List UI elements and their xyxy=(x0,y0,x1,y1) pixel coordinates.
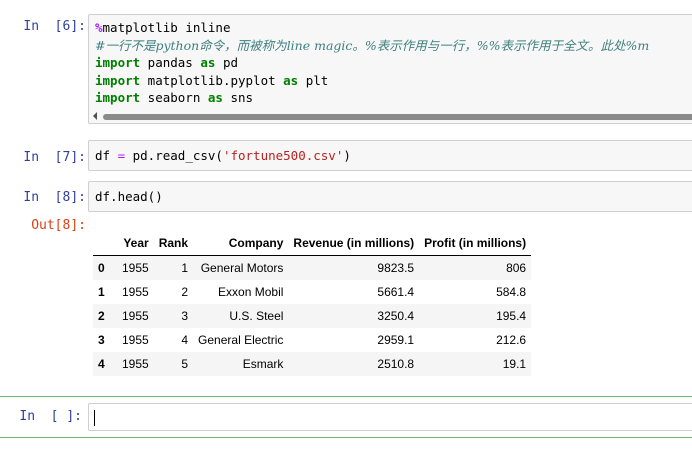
cell-prompt-in-6: In [6]: xyxy=(23,19,86,34)
empty-code-cell[interactable] xyxy=(88,403,692,431)
horizontal-scrollbar[interactable] xyxy=(89,111,692,123)
code-cell-8[interactable]: df.head() xyxy=(88,181,692,212)
code-line: import matplotlib.pyplot as plt xyxy=(95,72,692,90)
row-index: 4 xyxy=(98,357,105,371)
table-row: 3 1955 4 General Electric 2959.1 212.6 xyxy=(93,328,531,352)
code-token: as xyxy=(283,72,299,88)
table-row: 1 1955 2 Exxon Mobil 5661.4 584.8 xyxy=(93,280,531,304)
cell-revenue: 2959.1 xyxy=(377,333,415,347)
code-token: df.head() xyxy=(95,189,163,204)
cell-company: Exxon Mobil xyxy=(218,285,284,299)
code-editor[interactable]: df = pd.read_csv('fortune500.csv') xyxy=(95,147,692,165)
code-token: df xyxy=(95,148,118,163)
cell-rank: 1 xyxy=(181,261,189,275)
code-editor[interactable]: %matplotlib inline #一行不是python命令，而被称为line… xyxy=(95,19,692,107)
cell-rank: 3 xyxy=(181,309,189,323)
code-token: = xyxy=(117,148,126,163)
table-row: 2 1955 3 U.S. Steel 3250.4 195.4 xyxy=(93,304,532,328)
code-token: matplotlib inline xyxy=(102,20,231,35)
cell-prompt-in-7: In [7]: xyxy=(23,150,86,165)
code-line: #一行不是python命令，而被称为line magic。%表示作用与一行，%%… xyxy=(95,37,692,55)
cell-rank: 2 xyxy=(181,285,189,299)
cell-year: 1955 xyxy=(122,309,149,323)
code-line: df.head() xyxy=(95,188,692,206)
code-token: pandas xyxy=(140,55,201,70)
cell-profit: 195.4 xyxy=(496,309,527,323)
cell-rank: 5 xyxy=(181,357,189,371)
cell-prompt-in-empty: In [ ]: xyxy=(19,409,82,424)
column-header-revenue: Revenue (in millions) xyxy=(288,231,420,256)
index-header xyxy=(93,231,117,256)
code-token: #一行不是python命令，而被称为line magic。%表示作用与一行，%%… xyxy=(95,37,650,53)
row-index: 0 xyxy=(98,261,105,275)
scrollbar-thumb[interactable] xyxy=(103,114,692,120)
cell-company: General Electric xyxy=(198,333,284,347)
cell-year: 1955 xyxy=(122,261,149,275)
column-header-year: Year xyxy=(117,231,154,256)
code-line: import seaborn as sns xyxy=(95,89,692,107)
code-cell-7[interactable]: df = pd.read_csv('fortune500.csv') xyxy=(88,140,692,171)
cell-prompt-in-8: In [8]: xyxy=(23,190,86,205)
code-line: df = pd.read_csv('fortune500.csv') xyxy=(95,147,692,165)
text-cursor xyxy=(94,410,95,426)
code-token: pd.read_csv( xyxy=(125,148,223,163)
table-row: 4 1955 5 Esmark 2510.8 19.1 xyxy=(93,352,532,376)
cell-revenue: 5661.4 xyxy=(377,285,415,299)
cell-profit: 806 xyxy=(506,261,527,275)
column-header-profit: Profit (in millions) xyxy=(419,231,532,256)
code-token: sns xyxy=(222,90,254,105)
code-token: import xyxy=(95,72,141,88)
cell-revenue: 3250.4 xyxy=(377,309,415,323)
column-header-company: Company xyxy=(193,231,289,256)
code-cell-6[interactable]: %matplotlib inline #一行不是python命令，而被称为line… xyxy=(88,14,692,124)
cell-prompt-out-8: Out[8]: xyxy=(31,218,86,233)
cell-year: 1955 xyxy=(122,333,149,347)
code-token: as xyxy=(200,55,216,70)
scroll-left-arrow-icon[interactable] xyxy=(93,112,97,120)
code-token: seaborn xyxy=(140,90,208,105)
cell-year: 1955 xyxy=(122,285,149,299)
cell-revenue: 2510.8 xyxy=(377,357,415,371)
code-editor[interactable]: df.head() xyxy=(95,188,692,206)
code-line: %matplotlib inline xyxy=(95,19,692,37)
code-token: plt xyxy=(298,72,329,88)
code-token: pd xyxy=(215,55,239,70)
table-header-row: Year Rank Company Revenue (in millions) … xyxy=(93,231,532,256)
cell-revenue: 9823.5 xyxy=(377,261,415,275)
dataframe-output-table: Year Rank Company Revenue (in millions) … xyxy=(93,231,532,376)
table-row: 0 1955 1 General Motors 9823.5 806 xyxy=(93,255,532,280)
cell-profit: 19.1 xyxy=(502,357,527,371)
code-token: import xyxy=(95,90,141,105)
row-index: 1 xyxy=(98,285,105,299)
cell-profit: 212.6 xyxy=(496,333,527,347)
code-token: % xyxy=(95,20,103,35)
row-index: 3 xyxy=(98,333,105,347)
code-line: import pandas as pd xyxy=(95,54,692,72)
code-token: as xyxy=(207,90,223,105)
cell-rank: 4 xyxy=(181,333,189,347)
cell-company: U.S. Steel xyxy=(229,309,284,323)
cell-profit: 584.8 xyxy=(496,285,527,299)
code-token: ) xyxy=(343,148,351,163)
column-header-rank: Rank xyxy=(153,231,194,256)
cell-company: Esmark xyxy=(242,357,284,371)
code-token: 'fortune500.csv' xyxy=(222,148,344,163)
cell-company: General Motors xyxy=(200,261,284,275)
row-index: 2 xyxy=(98,309,105,323)
code-token: matplotlib.pyplot xyxy=(140,72,284,88)
code-token: import xyxy=(95,55,141,70)
cell-year: 1955 xyxy=(122,357,149,371)
selected-cell-frame[interactable]: In [ ]: xyxy=(0,396,692,438)
